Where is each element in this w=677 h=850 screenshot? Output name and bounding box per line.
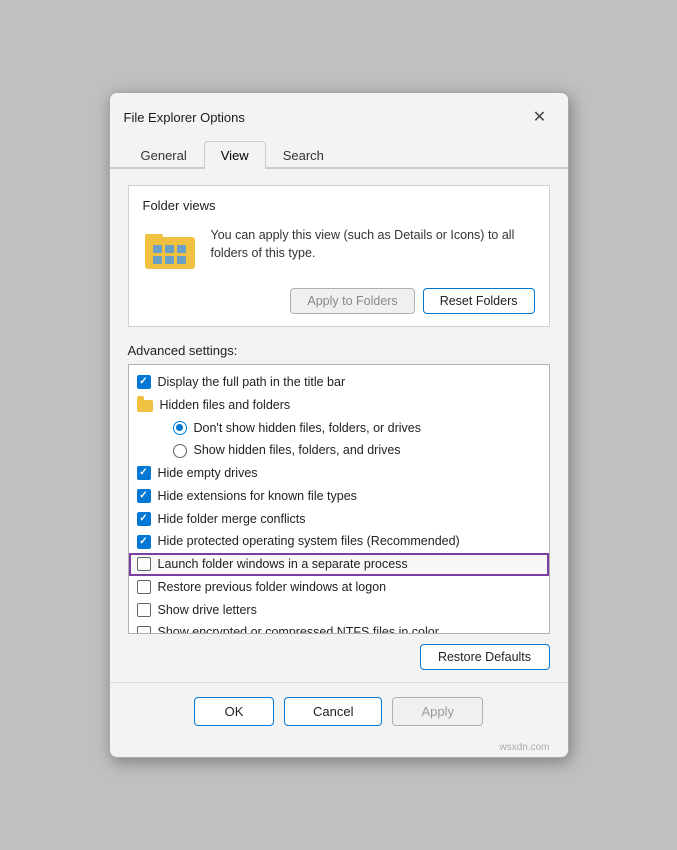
setting-item-launch-folder[interactable]: Launch folder windows in a separate proc… [129,553,549,576]
setting-text-launch-folder: Launch folder windows in a separate proc… [158,555,408,574]
setting-item-hidden-files-folder[interactable]: Hidden files and folders [129,394,549,417]
setting-item-hide-extensions[interactable]: Hide extensions for known file types [129,485,549,508]
window-title: File Explorer Options [124,110,245,125]
close-button[interactable]: ✕ [526,103,554,131]
setting-item-show-drive-letters[interactable]: Show drive letters [129,599,549,622]
file-explorer-options-dialog: File Explorer Options ✕ General View Sea… [109,92,569,758]
checkbox-full-path[interactable] [137,375,151,389]
tab-search[interactable]: Search [266,141,341,169]
reset-folders-button[interactable]: Reset Folders [423,288,535,314]
setting-text-hide-protected: Hide protected operating system files (R… [158,532,460,551]
apply-to-folders-button[interactable]: Apply to Folders [290,288,414,314]
radio-show-hidden[interactable] [173,444,187,458]
setting-text-hidden-files-folder: Hidden files and folders [160,396,291,415]
folder-views-buttons: Apply to Folders Reset Folders [143,288,535,314]
setting-text-show-hidden: Show hidden files, folders, and drives [194,441,401,460]
folder-views-section: Folder views [128,185,550,327]
folder-views-desc: You can apply this view (such as Details… [211,227,535,262]
checkbox-show-encrypted[interactable] [137,626,151,634]
setting-text-restore-prev: Restore previous folder windows at logon [158,578,387,597]
setting-item-restore-prev[interactable]: Restore previous folder windows at logon [129,576,549,599]
checkbox-hide-empty-drives[interactable] [137,466,151,480]
title-bar: File Explorer Options ✕ [110,93,568,137]
tab-general[interactable]: General [124,141,204,169]
setting-text-hide-empty-drives: Hide empty drives [158,464,258,483]
setting-item-dont-show-hidden[interactable]: Don't show hidden files, folders, or dri… [129,417,549,440]
setting-text-show-encrypted: Show encrypted or compressed NTFS files … [158,623,439,634]
cancel-button[interactable]: Cancel [284,697,382,726]
folder-large-icon [143,227,197,273]
setting-item-full-path[interactable]: Display the full path in the title bar [129,371,549,394]
setting-item-show-hidden[interactable]: Show hidden files, folders, and drives [129,439,549,462]
checkbox-hide-folder-merge[interactable] [137,512,151,526]
setting-text-hide-extensions: Hide extensions for known file types [158,487,357,506]
folder-bullet-hidden-files-folder [137,400,153,412]
setting-item-hide-protected[interactable]: Hide protected operating system files (R… [129,530,549,553]
bottom-buttons: OK Cancel Apply [110,682,568,742]
restore-defaults-button[interactable]: Restore Defaults [420,644,550,670]
folder-views-body: You can apply this view (such as Details… [143,227,535,276]
setting-text-hide-folder-merge: Hide folder merge conflicts [158,510,306,529]
main-content: Folder views [110,169,568,682]
setting-item-hide-empty-drives[interactable]: Hide empty drives [129,462,549,485]
tab-view[interactable]: View [204,141,266,169]
setting-text-full-path: Display the full path in the title bar [158,373,346,392]
advanced-settings-label: Advanced settings: [128,343,550,358]
checkbox-restore-prev[interactable] [137,580,151,594]
restore-defaults-row: Restore Defaults [128,644,550,670]
setting-item-hide-folder-merge[interactable]: Hide folder merge conflicts [129,508,549,531]
watermark: wsxdn.com [110,742,568,757]
setting-item-show-encrypted[interactable]: Show encrypted or compressed NTFS files … [129,621,549,634]
tab-bar: General View Search [110,139,568,169]
checkbox-launch-folder[interactable] [137,557,151,571]
radio-dont-show-hidden[interactable] [173,421,187,435]
setting-text-dont-show-hidden: Don't show hidden files, folders, or dri… [194,419,422,438]
apply-button[interactable]: Apply [392,697,483,726]
folder-views-header: Folder views [143,198,535,213]
settings-list[interactable]: Display the full path in the title bar Hi… [128,364,550,634]
checkbox-hide-protected[interactable] [137,535,151,549]
checkbox-hide-extensions[interactable] [137,489,151,503]
ok-button[interactable]: OK [194,697,274,726]
folder-icon-wrapper [143,227,197,276]
checkbox-show-drive-letters[interactable] [137,603,151,617]
setting-text-show-drive-letters: Show drive letters [158,601,257,620]
